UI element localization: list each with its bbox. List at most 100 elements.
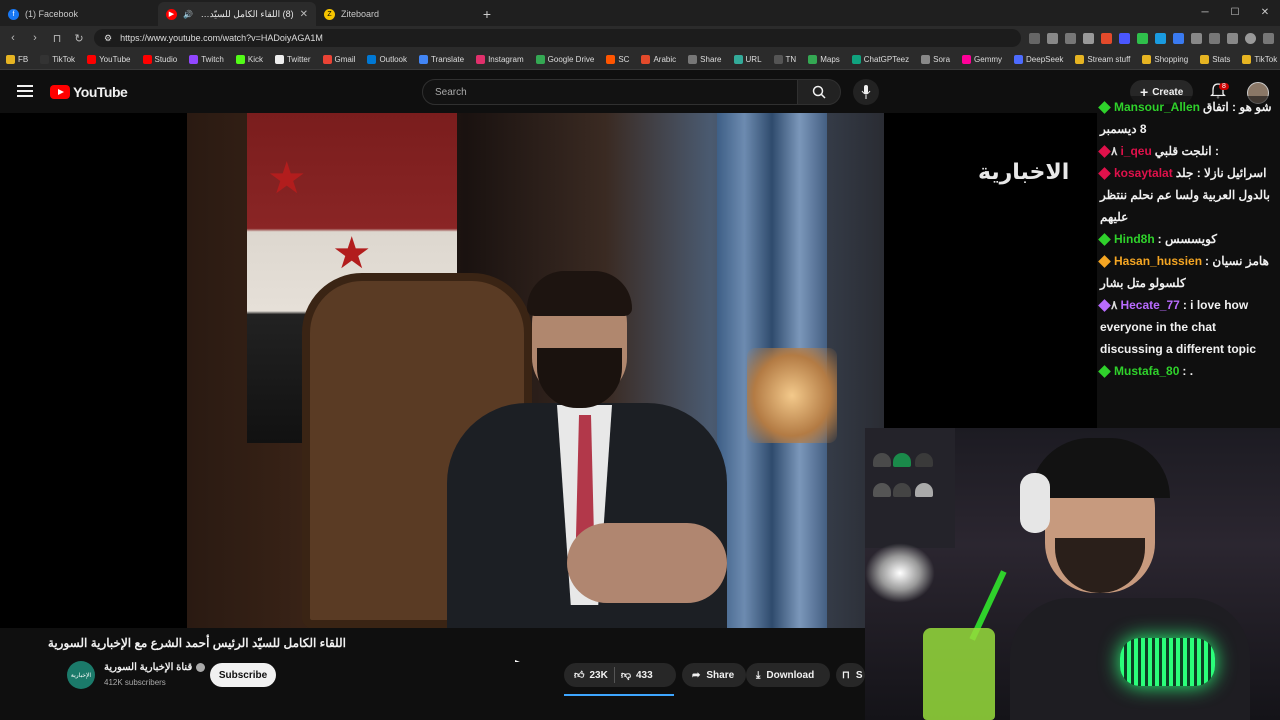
subscribe-button[interactable]: Subscribe	[210, 663, 276, 687]
bookmark-label: YouTube	[99, 55, 131, 64]
bookmark-item[interactable]: DeepSeek	[1014, 55, 1063, 64]
bookmark-label: URL	[745, 55, 762, 64]
tab-youtube[interactable]: ▶ 🔊 (8) اللقاء الكامل للسيّد الرئيس أ ✕	[158, 2, 316, 26]
new-tab-button[interactable]: +	[474, 2, 500, 26]
voice-search-button[interactable]	[853, 79, 879, 105]
bookmark-item[interactable]: Maps	[808, 55, 840, 64]
minimize-button[interactable]: ─	[1190, 0, 1220, 24]
like-button[interactable]: 👍︎ 23K	[574, 669, 608, 682]
share-button[interactable]: ➦ Share	[682, 663, 746, 687]
bookmark-icon	[6, 55, 15, 64]
bookmark-icon	[773, 55, 783, 64]
chat-prefix: ٨	[1111, 144, 1118, 158]
extension-icon[interactable]	[1119, 32, 1130, 44]
like-ratio-bar	[564, 694, 674, 696]
bookmark-label: Arabic	[653, 55, 677, 64]
bookmark-item[interactable]: Kick	[235, 55, 263, 64]
bookmark-item[interactable]: TikTok	[40, 55, 75, 64]
tab-title: (1) Facebook	[25, 9, 79, 19]
bookmark-item[interactable]: TN	[773, 55, 796, 64]
chat-username[interactable]: Hasan_hussien	[1114, 254, 1202, 268]
bookmark-item[interactable]: Google Drive	[535, 55, 594, 64]
chat-username[interactable]: Hecate_77	[1120, 298, 1179, 312]
youtube-logo[interactable]: YouTube	[50, 84, 128, 100]
bookmark-item[interactable]: TikTok	[1242, 55, 1277, 64]
menu-icon[interactable]	[17, 85, 33, 97]
bookmark-item[interactable]: Twitter	[274, 55, 311, 64]
reload-icon[interactable]: ↻	[72, 32, 86, 45]
extension-icon[interactable]	[1029, 32, 1040, 44]
maximize-button[interactable]: ☐	[1220, 0, 1250, 24]
stream-chat-overlay: Mansour_Allen شو هو : اتفاق 8 ديسمبر ٨ i_qe…	[1097, 96, 1280, 428]
profile-icon[interactable]	[1245, 32, 1256, 44]
url-field[interactable]: ⚙ https://www.youtube.com/watch?v=HADoiy…	[94, 29, 1021, 47]
bookmark-item[interactable]: Shopping	[1142, 55, 1188, 64]
bookmark-item[interactable]: FB	[6, 55, 28, 64]
puzzle-icon[interactable]	[1191, 32, 1202, 44]
channel-avatar[interactable]: الإخبارية	[67, 661, 95, 689]
dislike-button[interactable]: 👎︎ 433	[621, 669, 653, 682]
bookmark-item[interactable]: Arabic	[641, 55, 676, 64]
bookmark-item[interactable]: Outlook	[367, 55, 407, 64]
tab-ziteboard[interactable]: Z Ziteboard	[316, 2, 474, 26]
tab-facebook[interactable]: f (1) Facebook	[0, 2, 158, 26]
bookmark-item[interactable]: Gmail	[322, 55, 355, 64]
bookmark-item[interactable]: Stats	[1200, 55, 1230, 64]
bookmark-icon	[535, 55, 545, 64]
extension-icon[interactable]	[1173, 32, 1184, 44]
channel-name[interactable]: قناة الإخبارية السورية	[104, 662, 192, 673]
youtube-header: YouTube Search + Create	[0, 71, 1280, 113]
chat-username[interactable]: Hind8h	[1114, 232, 1155, 246]
save-button[interactable]: ⊓ S	[836, 663, 865, 687]
chat-text: : .	[1182, 364, 1194, 378]
bookmark-label: Kick	[247, 55, 263, 64]
chat-username[interactable]: i_qeu	[1120, 144, 1151, 158]
bookmark-item[interactable]: Share	[688, 55, 722, 64]
chat-username[interactable]: kosaytalat	[1114, 166, 1173, 180]
bookmark-item[interactable]: SC	[606, 55, 629, 64]
extension-icon[interactable]	[1137, 32, 1148, 44]
extension-icon[interactable]	[1155, 32, 1166, 44]
close-tab-icon[interactable]: ✕	[300, 9, 308, 20]
search-button[interactable]	[797, 79, 841, 105]
speaker-icon[interactable]: 🔊	[183, 10, 193, 19]
bookmark-item[interactable]: Gemmy	[962, 55, 1002, 64]
star-icon[interactable]	[1083, 32, 1094, 44]
bookmark-label: Stream stuff	[1087, 55, 1131, 64]
forward-icon[interactable]: ›	[28, 32, 42, 44]
brave-icon[interactable]	[1101, 32, 1112, 44]
chat-badge-icon	[1098, 167, 1111, 181]
bookmark-icon	[87, 55, 97, 64]
download-button[interactable]: ⤓ Download	[746, 663, 830, 687]
bookmark-item[interactable]: ChatGPTeez	[851, 55, 909, 64]
chat-message: Hasan_hussien: هامز نسيان كلسولو متل بشا…	[1098, 250, 1280, 294]
bookmark-icon	[1142, 55, 1152, 64]
bookmark-icon	[1014, 55, 1024, 64]
bookmark-icon	[733, 55, 743, 64]
site-info-icon[interactable]: ⚙	[104, 33, 112, 44]
youtube-icon: ▶	[166, 8, 177, 20]
music-icon[interactable]	[1227, 32, 1238, 44]
bookmark-item[interactable]: Twitch	[189, 55, 224, 64]
bookmark-item[interactable]: URL	[733, 55, 762, 64]
close-window-button[interactable]: ✕	[1250, 0, 1280, 24]
search-input[interactable]: Search	[422, 79, 798, 105]
channel-name-row[interactable]: قناة الإخبارية السورية	[104, 662, 206, 673]
webcam-overlay	[865, 428, 1280, 720]
bookmark-item[interactable]: Studio	[142, 55, 177, 64]
zoom-icon[interactable]	[1047, 32, 1058, 44]
bookmark-label: Maps	[820, 55, 840, 64]
bookmark-item[interactable]: YouTube	[87, 55, 131, 64]
bookmark-item[interactable]: Stream stuff	[1075, 55, 1130, 64]
bookmark-icon[interactable]: ⊓	[50, 32, 64, 45]
share-icon[interactable]	[1065, 32, 1076, 44]
bookmark-item[interactable]: Instagram	[476, 55, 524, 64]
back-icon[interactable]: ‹	[6, 32, 20, 44]
menu-icon[interactable]	[1263, 32, 1274, 44]
bookmark-icon	[1242, 55, 1252, 64]
sidebar-icon[interactable]	[1209, 32, 1220, 44]
chat-username[interactable]: Mansour_Allen	[1114, 100, 1200, 114]
bookmark-item[interactable]: Sora	[921, 55, 950, 64]
bookmark-item[interactable]: Translate	[419, 55, 464, 64]
chat-username[interactable]: Mustafa_80	[1114, 364, 1179, 378]
